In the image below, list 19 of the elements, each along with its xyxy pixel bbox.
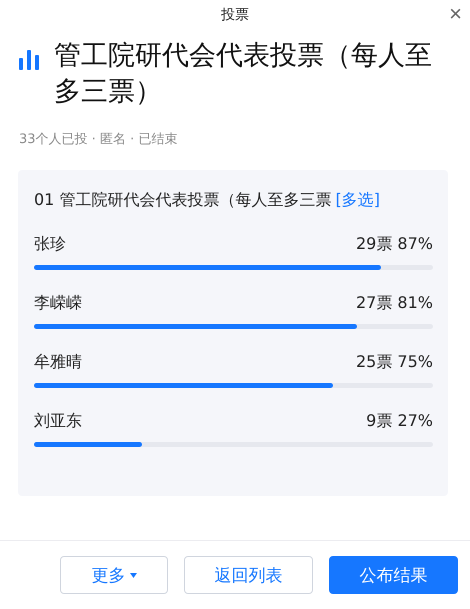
bar-chart-icon: [18, 50, 40, 70]
poll-info: 33个人已投 · 匿名 · 已结束: [19, 131, 178, 148]
vote-result: 9票 27%: [366, 411, 433, 432]
question-title: 01 管工院研代会代表投票（每人至多三票: [34, 190, 332, 211]
more-button[interactable]: 更多: [60, 556, 168, 594]
candidate-name: 牟雅晴: [34, 352, 82, 373]
vote-result: 25票 75%: [356, 352, 433, 373]
candidate-name: 刘亚东: [34, 411, 82, 432]
close-button[interactable]: ×: [445, 2, 466, 26]
window-title: 投票: [221, 6, 249, 24]
caret-icon: [130, 572, 136, 578]
candidate-name: 张珍: [34, 234, 66, 255]
publish-results-button[interactable]: 公布结果: [329, 556, 458, 594]
multi-choice-tag: [多选]: [335, 190, 380, 211]
vote-result: 27票 81%: [356, 293, 433, 314]
vote-result: 29票 87%: [356, 234, 433, 255]
candidate-name: 李嵘嵘: [34, 293, 82, 314]
poll-title: 管工院研代会代表投票（每人至多三票）: [54, 39, 433, 109]
back-to-list-button[interactable]: 返回列表: [184, 556, 313, 594]
